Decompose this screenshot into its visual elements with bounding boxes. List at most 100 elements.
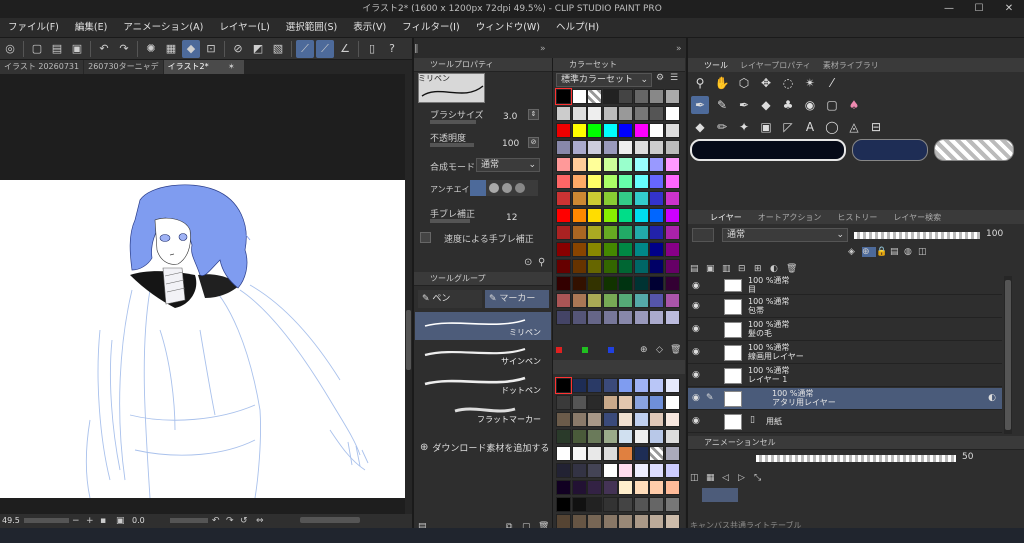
color-swatch[interactable]: [618, 225, 633, 240]
subtool-flatmarker[interactable]: フラットマーカー: [415, 399, 551, 427]
color-swatch[interactable]: [571, 140, 587, 155]
snap-special-ruler-icon[interactable]: ⟋: [316, 39, 334, 58]
color-swatch[interactable]: [571, 480, 587, 495]
eye-icon[interactable]: ◉: [692, 281, 700, 291]
opacity-settings-icon[interactable]: ⊘: [528, 137, 539, 148]
color-swatch[interactable]: [618, 480, 633, 495]
color-swatch[interactable]: [602, 157, 618, 172]
color-swatch[interactable]: [649, 89, 664, 104]
reference-icon[interactable]: ⊕: [862, 247, 876, 257]
color-swatch[interactable]: [556, 412, 571, 427]
color-swatch[interactable]: [618, 174, 633, 189]
color-swatch[interactable]: [602, 395, 618, 410]
next-icon[interactable]: ▷: [738, 473, 754, 483]
eye-icon[interactable]: ◉: [692, 347, 700, 357]
color-swatch[interactable]: [587, 395, 602, 410]
color-swatch[interactable]: [587, 191, 602, 206]
color-swatch[interactable]: [649, 497, 664, 512]
color-swatch[interactable]: [649, 225, 664, 240]
color-swatch[interactable]: [664, 157, 680, 172]
color-swatch[interactable]: [556, 140, 571, 155]
color-swatch[interactable]: [618, 429, 633, 444]
color-swatch[interactable]: [602, 191, 618, 206]
animation-opacity-slider[interactable]: [756, 455, 956, 462]
blend-mode-select[interactable]: 通常 ⌄: [476, 158, 540, 172]
color-swatch[interactable]: [556, 225, 571, 240]
color-swatch[interactable]: [602, 446, 618, 461]
color-swatch[interactable]: [571, 395, 587, 410]
canvas-paper[interactable]: [0, 180, 406, 498]
color-swatch[interactable]: [602, 208, 618, 223]
color-swatch[interactable]: [664, 293, 680, 308]
layer-row[interactable]: ◉ 100 %通常 線画用レイヤー: [688, 342, 1002, 364]
color-swatch[interactable]: [571, 514, 587, 529]
close-icon[interactable]: ✕: [994, 0, 1024, 18]
gradient-icon[interactable]: ▢: [823, 96, 841, 114]
animation-cel-header[interactable]: アニメーションセル: [688, 436, 1024, 450]
layer-row[interactable]: ◉ 100 %通常 レイヤー 1: [688, 365, 1002, 387]
rotation-value[interactable]: 0.0: [132, 514, 162, 528]
color-swatch[interactable]: [587, 378, 602, 393]
menu-file[interactable]: ファイル(F): [0, 18, 67, 38]
add-download-material[interactable]: ⊕ ダウンロード素材を追加する: [420, 441, 549, 454]
color-swatch[interactable]: [633, 106, 649, 121]
layer-color-button[interactable]: [692, 228, 714, 242]
collapse-icon[interactable]: ⤡: [754, 473, 770, 483]
color-swatch[interactable]: [664, 259, 680, 274]
redo-icon[interactable]: ↷: [115, 40, 133, 58]
panel-divider[interactable]: [552, 58, 553, 528]
color-swatch[interactable]: [556, 293, 571, 308]
figure-icon[interactable]: ◆: [691, 118, 709, 136]
color-swatch[interactable]: [633, 191, 649, 206]
pencil-icon[interactable]: ✎: [713, 96, 731, 114]
color-swatch[interactable]: [618, 242, 633, 257]
color-swatch[interactable]: [587, 157, 602, 172]
color-swatch[interactable]: [602, 259, 618, 274]
color-swatch[interactable]: [649, 293, 664, 308]
color-swatch[interactable]: [649, 412, 664, 427]
canvas-scroll-thumb[interactable]: [406, 310, 411, 370]
color-swatch[interactable]: [664, 463, 680, 478]
tab-260730[interactable]: 260730ターニャデ: [84, 60, 163, 74]
color-swatch[interactable]: [556, 106, 571, 121]
tool-group-header[interactable]: ツールグループ: [414, 272, 552, 286]
color-swatch[interactable]: [633, 480, 649, 495]
color-swatch[interactable]: [602, 174, 618, 189]
transform-icon[interactable]: ⊡: [202, 40, 220, 58]
light-table-icon[interactable]: ▦: [706, 473, 722, 483]
clip-icon[interactable]: ◈: [848, 247, 862, 257]
replace-color-icon[interactable]: ◇: [656, 345, 663, 355]
color-swatch[interactable]: [602, 106, 618, 121]
color-swatch[interactable]: [618, 378, 633, 393]
color-swatch[interactable]: [587, 276, 602, 291]
new-folder-icon[interactable]: ▥: [722, 264, 738, 274]
horizontal-scrollbar[interactable]: [300, 517, 360, 523]
color-swatch[interactable]: [602, 123, 618, 138]
color-swatch[interactable]: [649, 208, 664, 223]
menu-window[interactable]: ウィンドウ(W): [468, 18, 548, 38]
menu-view[interactable]: 表示(V): [345, 18, 394, 38]
color-swatch[interactable]: [664, 480, 680, 495]
color-swatch[interactable]: [664, 412, 680, 427]
color-swatch[interactable]: [664, 140, 680, 155]
rotate-left-icon[interactable]: ↶: [212, 514, 220, 528]
canvas-vertical-scrollbar[interactable]: [405, 74, 412, 514]
main-color[interactable]: [690, 139, 846, 161]
brush-size-settings-icon[interactable]: ⇕: [528, 109, 539, 120]
help-icon[interactable]: ?: [383, 40, 401, 58]
color-swatch[interactable]: [664, 276, 680, 291]
layer-opacity-slider[interactable]: [854, 232, 980, 239]
menu-help[interactable]: ヘルプ(H): [548, 18, 607, 38]
color-swatch[interactable]: [571, 191, 587, 206]
color-swatch[interactable]: [649, 395, 664, 410]
color-set-menu-icon[interactable]: ☰: [670, 73, 678, 83]
color-swatch[interactable]: [587, 412, 602, 427]
tab-layer[interactable]: レイヤー: [688, 212, 750, 223]
color-swatch[interactable]: [587, 497, 602, 512]
color-swatch[interactable]: [664, 378, 680, 393]
color-swatch[interactable]: [633, 174, 649, 189]
tab-marker[interactable]: ✎ マーカー: [485, 290, 549, 308]
eraser-icon[interactable]: ◆: [757, 96, 775, 114]
color-swatch[interactable]: [649, 259, 664, 274]
color-swatch[interactable]: [649, 242, 664, 257]
